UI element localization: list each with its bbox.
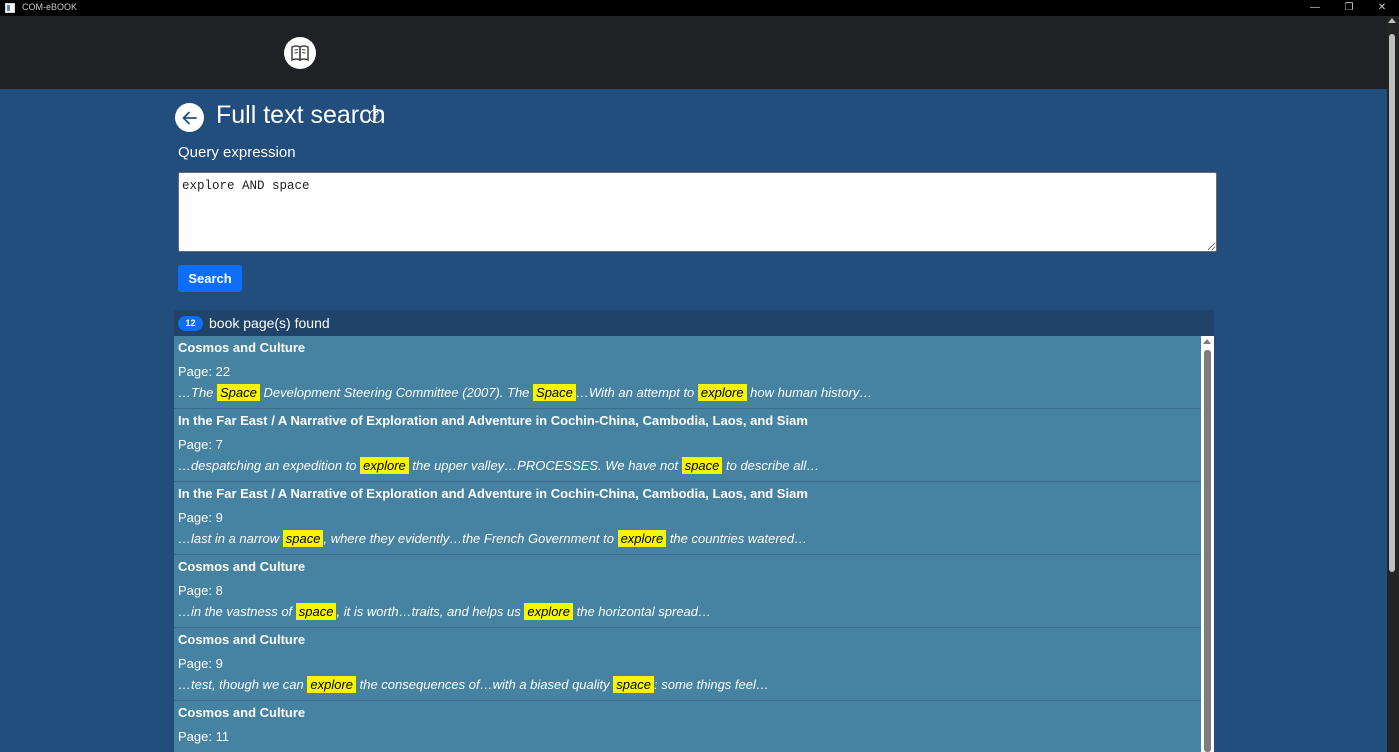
result-item[interactable]: Cosmos and Culture Page: 9 …test, though w… <box>174 628 1201 701</box>
highlighted-term: explore <box>360 457 409 474</box>
highlighted-term: Space <box>533 384 576 401</box>
snippet-text: …test, though we can <box>178 677 308 692</box>
snippet-text: how human history… <box>746 385 873 400</box>
results-scrollbar[interactable] <box>1201 336 1214 752</box>
snippet-text: …The <box>178 385 218 400</box>
scroll-up-arrow-icon[interactable] <box>1388 18 1396 23</box>
result-book-title: In the Far East / A Narrative of Explora… <box>178 486 808 501</box>
results-header: 12 book page(s) found <box>174 310 1214 336</box>
result-snippet: …test, though we can explore the consequ… <box>178 676 769 693</box>
window-titlebar: COM-eBOOK — ❐ ✕ <box>0 0 1399 16</box>
snippet-text: : some things feel… <box>653 677 769 692</box>
result-snippet: …The Space Development Steering Committe… <box>178 384 873 401</box>
result-book-title: Cosmos and Culture <box>178 340 306 355</box>
snippet-text: to describe all… <box>722 458 820 473</box>
window-scroll-thumb[interactable] <box>1389 34 1395 572</box>
highlighted-term: Space <box>217 384 260 401</box>
search-button[interactable]: Search <box>178 265 242 292</box>
snippet-text: Development Steering Committee (2007). T… <box>259 385 534 400</box>
snippet-text: …last in a narrow <box>178 531 283 546</box>
result-page-number: Page: 9 <box>178 656 223 671</box>
result-book-title: Cosmos and Culture <box>178 559 306 574</box>
result-item[interactable]: Cosmos and Culture Page: 8 …in the vastnes… <box>174 555 1201 628</box>
close-button[interactable]: ✕ <box>1365 0 1399 16</box>
results-scroll-thumb[interactable] <box>1204 350 1211 752</box>
snippet-text: …in the vastness of <box>178 604 296 619</box>
result-snippet: …despatching an expedition to explore th… <box>178 457 820 474</box>
results-list: Cosmos and Culture Page: 22 …The Space Dev… <box>174 336 1201 752</box>
snippet-text: the consequences of…with a biased qualit… <box>356 677 614 692</box>
results-found-label: book page(s) found <box>209 315 330 331</box>
snippet-text: the horizontal spread… <box>572 604 712 619</box>
back-button[interactable] <box>175 103 204 132</box>
query-expression-label: Query expression <box>178 144 296 161</box>
result-item[interactable]: In the Far East / A Narrative of Explora… <box>174 409 1201 482</box>
page-title: Full text search <box>216 101 386 129</box>
highlighted-term: space <box>282 530 324 547</box>
result-snippet: …in the vastness of space, it is worth…t… <box>178 603 712 620</box>
scroll-up-arrow-icon[interactable] <box>1203 339 1211 344</box>
highlighted-term: explore <box>307 676 356 693</box>
maximize-button[interactable]: ❐ <box>1332 0 1366 16</box>
result-page-number: Page: 22 <box>178 364 231 379</box>
result-book-title: Cosmos and Culture <box>178 705 306 720</box>
result-item[interactable]: Cosmos and Culture Page: 22 …The Space Dev… <box>174 336 1201 409</box>
question-circle-icon[interactable]: ? <box>369 109 383 123</box>
highlighted-term: explore <box>524 603 573 620</box>
highlighted-term: space <box>681 457 723 474</box>
results-count-badge: 12 <box>178 316 203 331</box>
query-input[interactable]: explore AND space <box>178 172 1217 252</box>
result-snippet: …last in a narrow space, where they evid… <box>178 530 808 547</box>
result-page-number: Page: 11 <box>178 729 230 744</box>
result-book-title: In the Far East / A Narrative of Explora… <box>178 413 808 428</box>
app-icon <box>5 3 15 13</box>
snippet-text: …With an attempt to <box>575 385 698 400</box>
library-button[interactable] <box>284 37 316 69</box>
snippet-text: , it is worth…traits, and helps us <box>336 604 525 619</box>
window-title: COM-eBOOK <box>22 2 78 12</box>
snippet-text: , where they evidently…the French Govern… <box>323 531 618 546</box>
snippet-text: the upper valley…PROCESSES. We have not <box>408 458 682 473</box>
app-header <box>0 16 1399 89</box>
result-item[interactable]: Cosmos and Culture Page: 11 <box>174 701 1201 752</box>
highlighted-term: explore <box>617 530 667 547</box>
result-page-number: Page: 7 <box>178 437 223 452</box>
book-icon <box>291 45 309 62</box>
highlighted-term: explore <box>697 384 747 401</box>
window-scrollbar[interactable] <box>1387 16 1399 752</box>
result-page-number: Page: 8 <box>178 583 223 598</box>
snippet-text: …despatching an expedition to <box>178 458 361 473</box>
highlighted-term: space <box>613 676 654 693</box>
results-panel: 12 book page(s) found Cosmos and Culture… <box>174 310 1214 752</box>
arrow-left-icon <box>182 111 197 124</box>
highlighted-term: space <box>295 603 337 620</box>
result-item[interactable]: In the Far East / A Narrative of Explora… <box>174 482 1201 555</box>
minimize-button[interactable]: — <box>1298 0 1332 16</box>
snippet-text: the countries watered… <box>666 531 808 546</box>
result-book-title: Cosmos and Culture <box>178 632 306 647</box>
result-page-number: Page: 9 <box>178 510 223 525</box>
